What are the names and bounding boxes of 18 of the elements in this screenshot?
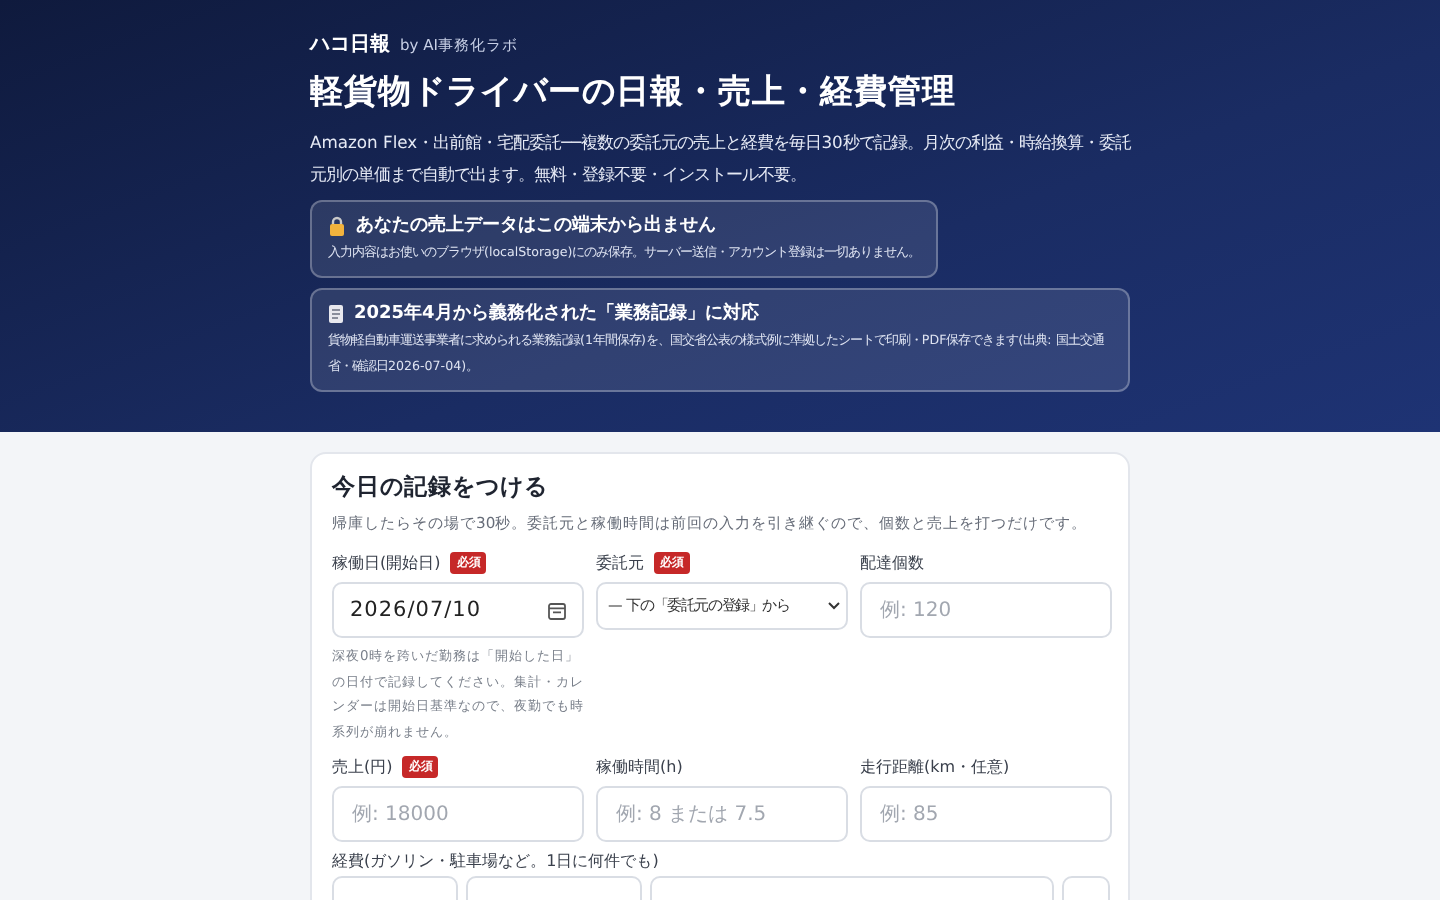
page-description: Amazon Flex・出前館・宅配委託──複数の委託元の売上と経費を毎日30秒で記録。月次の利益・時給換算・委託元別の単価まで自動で出ます。無料・登録不要・インストール不要。: [310, 130, 1133, 188]
input-field[interactable]: 例: 18000: [332, 786, 584, 842]
input-field[interactable]: 例: 120: [860, 582, 1112, 638]
date-field[interactable]: 2026/07/10: [332, 582, 584, 638]
field-label: 稼働時間(h): [596, 755, 683, 777]
page-title: 軽貨物ドライバーの日報・売上・経費管理: [310, 70, 958, 114]
field-label: 売上(円): [332, 755, 393, 777]
brand-name: ハコ日報: [310, 31, 390, 58]
input-field[interactable]: 例: 8 または 7.5: [596, 786, 848, 842]
field-label: 稼働日(開始日): [332, 551, 441, 573]
notice-title: 2025年4月から義務化された「業務記録」に対応: [354, 300, 759, 326]
field-label: 配達個数: [860, 551, 924, 573]
field-label: 経費(ガソリン・駐車場など。1日に何件でも): [332, 850, 661, 872]
input-field[interactable]: 例: 85: [860, 786, 1112, 842]
card-title: 今日の記録をつける: [332, 472, 550, 502]
field-label: 走行距離(km・任意): [860, 755, 1010, 777]
notice-title: あなたの売上データはこの端末から出ません: [356, 212, 716, 238]
field-label: 委託元: [596, 551, 644, 573]
